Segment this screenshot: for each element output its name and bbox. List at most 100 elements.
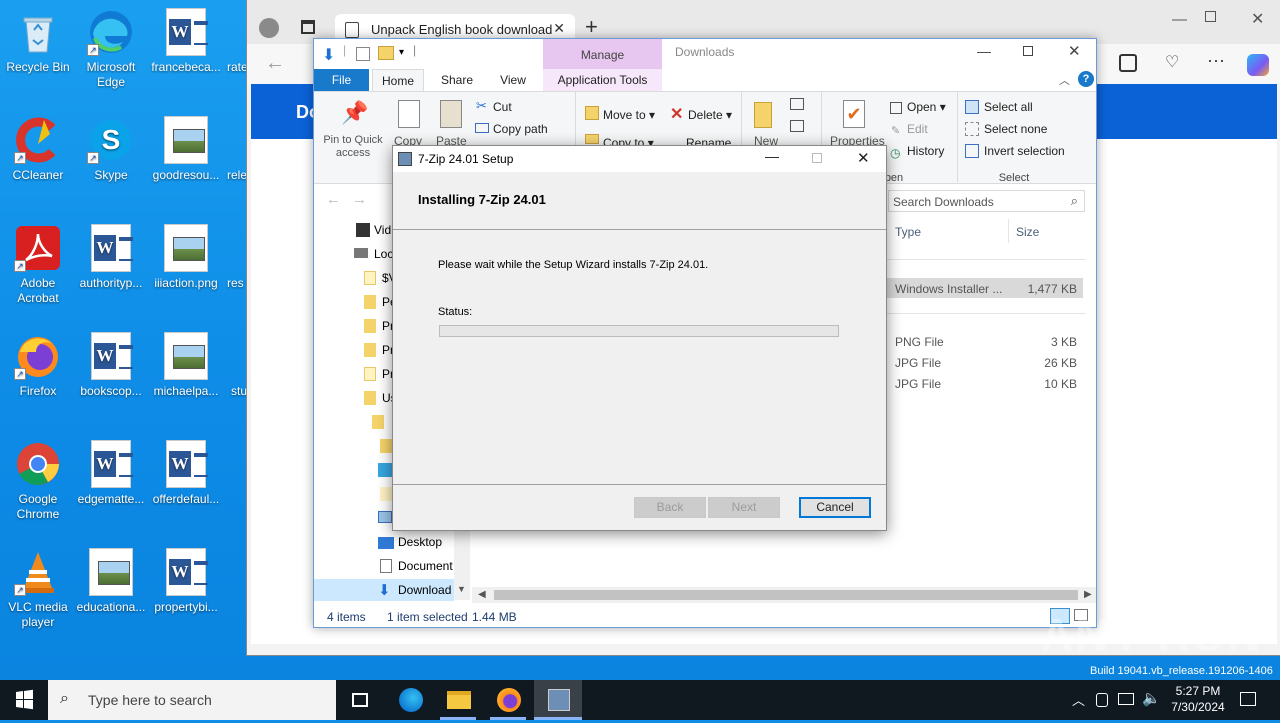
- desktop-icon-recycle-bin[interactable]: Recycle Bin: [0, 8, 76, 75]
- setup-close-icon[interactable]: ✕: [857, 149, 870, 167]
- maximize-icon[interactable]: [1205, 11, 1216, 22]
- desktop-icon-word-file[interactable]: francebeca...: [148, 8, 224, 75]
- taskbar-firefox[interactable]: [484, 680, 532, 720]
- cut-button[interactable]: Cut: [493, 100, 512, 114]
- help-icon[interactable]: ?: [1078, 71, 1094, 87]
- minimize-icon[interactable]: —: [1172, 11, 1187, 28]
- profile-icon[interactable]: [259, 18, 279, 38]
- tab-view[interactable]: View: [490, 69, 536, 91]
- nav-item-documents[interactable]: Document: [398, 559, 453, 573]
- more-options-icon[interactable]: ···: [1207, 50, 1225, 71]
- rename-button[interactable]: Rename: [686, 136, 731, 145]
- file-row[interactable]: JPG File 10 KB: [886, 373, 1083, 393]
- close-tab-icon[interactable]: ✕: [553, 20, 565, 37]
- nav-back-icon[interactable]: ←: [326, 191, 341, 208]
- new-tab-icon[interactable]: +: [585, 14, 598, 40]
- column-header-type[interactable]: Type: [895, 225, 921, 239]
- select-all-button[interactable]: Select all: [984, 100, 1033, 114]
- copilot-icon[interactable]: [1247, 54, 1269, 76]
- start-button[interactable]: [0, 680, 48, 720]
- taskbar-search-box[interactable]: ⌕ Type here to search: [48, 680, 336, 720]
- nav-item-downloads-selected[interactable]: ⬇ Download: [314, 579, 454, 601]
- new-item-icon[interactable]: [790, 98, 804, 110]
- select-none-button[interactable]: Select none: [984, 122, 1047, 136]
- volume-icon[interactable]: 🔈: [1142, 689, 1161, 707]
- copy-to-button[interactable]: Copy to ▾: [603, 136, 654, 145]
- customize-qa-icon[interactable]: ▾: [399, 47, 404, 58]
- back-arrow-icon[interactable]: ←: [265, 52, 285, 75]
- notification-icon[interactable]: [1240, 692, 1256, 706]
- tab-file[interactable]: File: [314, 69, 369, 91]
- desktop-icon-vlc[interactable]: ↗ VLC media player: [0, 548, 76, 630]
- scroll-down-icon[interactable]: ▼: [457, 584, 466, 594]
- invert-selection-button[interactable]: Invert selection: [984, 144, 1065, 158]
- collections-icon[interactable]: [1119, 54, 1137, 72]
- history-button[interactable]: History: [907, 144, 944, 158]
- security-icon[interactable]: [1096, 693, 1108, 707]
- desktop-icon-partial[interactable]: res: [218, 224, 248, 291]
- desktop-icon-word-file[interactable]: offerdefaul...: [148, 440, 224, 507]
- desktop-icon-edge[interactable]: ↗ Microsoft Edge: [73, 8, 149, 90]
- desktop-icon-partial[interactable]: rate: [218, 8, 248, 75]
- tab-home[interactable]: Home: [372, 69, 424, 91]
- horizontal-scrollbar[interactable]: ◀ ▶: [472, 587, 1096, 603]
- desktop-icon-word-file[interactable]: edgematte...: [73, 440, 149, 507]
- show-hidden-icons-icon[interactable]: ︿: [1072, 690, 1085, 709]
- desktop-icon-image-file[interactable]: michaelpa...: [148, 332, 224, 399]
- extensions-heart-icon[interactable]: ♡: [1165, 52, 1179, 72]
- taskbar-file-explorer[interactable]: [434, 680, 482, 720]
- desktop-icon-image-file[interactable]: iiiaction.png: [148, 224, 224, 291]
- desktop-icon-partial[interactable]: rele: [218, 116, 248, 183]
- file-row-selected[interactable]: Windows Installer ... 1,477 KB: [886, 278, 1083, 298]
- back-button[interactable]: Back: [634, 497, 706, 518]
- new-folder-qa-icon[interactable]: [378, 46, 394, 60]
- setup-minimize-icon[interactable]: —: [765, 148, 779, 164]
- desktop-icon-word-file[interactable]: bookscop...: [73, 332, 149, 399]
- desktop-icon-partial[interactable]: stu: [218, 332, 248, 399]
- desktop-icon-chrome[interactable]: Google Chrome: [0, 440, 76, 522]
- explorer-close-icon[interactable]: ✕: [1068, 42, 1081, 60]
- search-input[interactable]: Search Downloads: [893, 195, 994, 209]
- tab-actions-icon[interactable]: [301, 20, 315, 34]
- move-to-button[interactable]: Move to ▾: [603, 108, 655, 122]
- scroll-right-icon[interactable]: ▶: [1084, 589, 1092, 600]
- desktop-icon-word-file[interactable]: propertybi...: [148, 548, 224, 615]
- open-button[interactable]: Open ▾: [907, 100, 946, 114]
- taskbar-search-input[interactable]: Type here to search: [88, 692, 212, 708]
- nav-forward-icon[interactable]: →: [352, 191, 367, 208]
- desktop-icon-skype[interactable]: S ↗ Skype: [73, 116, 149, 183]
- desktop-icon-acrobat[interactable]: ↗ Adobe Acrobat: [0, 224, 76, 306]
- desktop-icon-ccleaner[interactable]: ↗ CCleaner: [0, 116, 76, 183]
- scrollbar-thumb[interactable]: [494, 590, 1078, 600]
- search-box[interactable]: Search Downloads ⌕: [888, 190, 1085, 212]
- desktop-icon-word-file[interactable]: authorityp...: [73, 224, 149, 291]
- properties-qa-icon[interactable]: [356, 47, 370, 61]
- explorer-maximize-icon[interactable]: [1023, 46, 1033, 56]
- tab-application-tools[interactable]: Application Tools: [543, 69, 662, 91]
- nav-item-desktop[interactable]: Desktop: [398, 535, 442, 549]
- scroll-left-icon[interactable]: ◀: [478, 589, 486, 600]
- file-row[interactable]: JPG File 26 KB: [886, 352, 1083, 372]
- nav-item-videos[interactable]: Vid: [374, 223, 391, 237]
- clock[interactable]: 5:27 PM 7/30/2024: [1160, 683, 1236, 715]
- close-window-icon[interactable]: ✕: [1251, 9, 1264, 29]
- desktop-icon-image-file[interactable]: educationa...: [73, 548, 149, 615]
- cancel-button[interactable]: Cancel: [799, 497, 871, 518]
- desktop-icon-firefox[interactable]: ↗ Firefox: [0, 332, 76, 399]
- column-header-size[interactable]: Size: [1016, 225, 1039, 239]
- task-view-button[interactable]: [336, 680, 384, 720]
- desktop-icon-image-file[interactable]: goodresou...: [148, 116, 224, 183]
- ribbon-collapse-icon[interactable]: ︿: [1059, 72, 1070, 88]
- explorer-minimize-icon[interactable]: —: [977, 43, 991, 59]
- taskbar-7zip-setup[interactable]: [534, 680, 582, 720]
- next-button[interactable]: Next: [708, 497, 780, 518]
- tab-share[interactable]: Share: [432, 69, 482, 91]
- copy-path-button[interactable]: Copy path: [493, 122, 548, 136]
- delete-button[interactable]: Delete ▾: [688, 108, 732, 122]
- easy-access-icon[interactable]: [790, 120, 804, 132]
- taskbar-edge[interactable]: [386, 680, 434, 720]
- edit-button[interactable]: Edit: [907, 122, 928, 136]
- pin-to-quick-access-button[interactable]: Pin to Quick access: [321, 134, 385, 160]
- nav-item-local-disk[interactable]: Loc: [374, 247, 393, 261]
- network-icon[interactable]: [1118, 693, 1134, 705]
